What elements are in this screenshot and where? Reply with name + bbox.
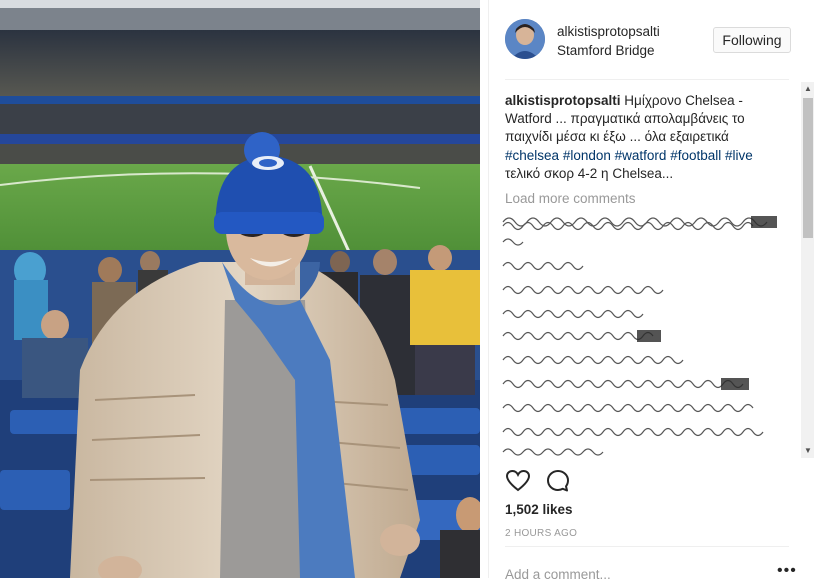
post-caption: alkistisprotopsalti Ημίχρονο Chelsea - W… [505,92,777,183]
hashtag-watford[interactable]: #watford [615,148,667,163]
more-options-icon[interactable]: ••• [777,563,797,579]
hashtag-london[interactable]: #london [563,148,611,163]
load-more-comments-link[interactable]: Load more comments [505,191,636,206]
caption-score-text: τελικό σκορ 4-2 η Chelsea... [505,165,674,181]
likes-count[interactable]: 1,502 likes [505,502,573,517]
post-location[interactable]: Stamford Bridge [557,43,655,58]
post-timestamp[interactable]: 2 HOURS AGO [505,528,577,539]
scroll-up-arrow-icon[interactable]: ▲ [801,82,814,96]
post-header: alkistisprotopsalti Stamford Bridge Foll… [489,16,805,66]
caption-username[interactable]: alkistisprotopsalti [505,93,621,108]
post-actions [505,468,605,496]
avatar[interactable] [505,19,545,59]
post-photo[interactable] [0,0,480,578]
add-comment-input[interactable] [505,564,765,584]
redacted-comments [499,212,787,458]
post-sidebar: alkistisprotopsalti Stamford Bridge Foll… [488,0,814,584]
comments-scrollbar[interactable]: ▲ ▼ [801,82,814,458]
header-divider [505,79,789,80]
comment-divider [505,546,789,547]
hashtag-football[interactable]: #football [670,148,721,163]
comment-icon[interactable] [545,468,571,494]
scrollbar-thumb[interactable] [803,98,813,238]
scroll-down-arrow-icon[interactable]: ▼ [801,444,814,458]
post-username[interactable]: alkistisprotopsalti [557,24,660,39]
hashtag-chelsea[interactable]: #chelsea [505,148,559,163]
hashtag-live[interactable]: #live [725,148,753,163]
heart-icon[interactable] [505,468,531,494]
following-button[interactable]: Following [713,27,791,53]
